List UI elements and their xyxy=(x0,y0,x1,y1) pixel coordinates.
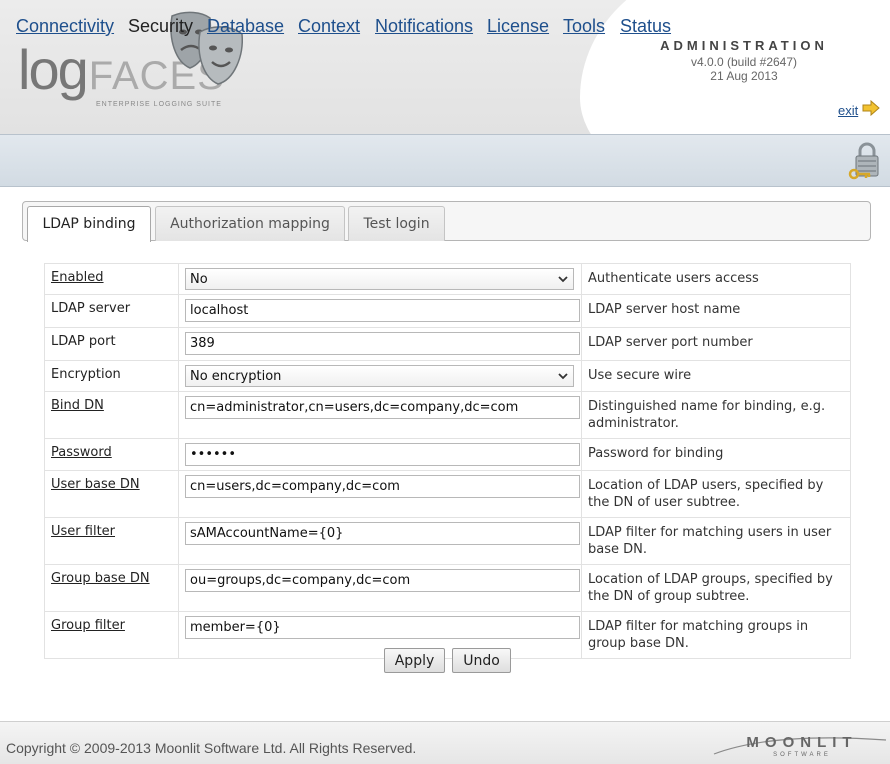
ldap-server-label: LDAP server xyxy=(44,294,179,328)
arrow-right-icon[interactable] xyxy=(862,100,880,116)
encryption-label: Encryption xyxy=(44,360,179,392)
row-enabled: Enabled No Authenticate users access xyxy=(44,263,851,295)
password-label[interactable]: Password xyxy=(51,445,112,460)
nav-item-context[interactable]: Context xyxy=(298,16,360,37)
user-base-dn-label[interactable]: User base DN xyxy=(51,477,140,492)
row-bind-dn: Bind DN Distinguished name for binding, … xyxy=(44,391,851,439)
row-ldap-server: LDAP server LDAP server host name xyxy=(44,294,851,328)
tab-authorization-mapping[interactable]: Authorization mapping xyxy=(155,206,345,241)
group-base-dn-input[interactable] xyxy=(185,569,580,592)
user-base-dn-description: Location of LDAP users, specified by the… xyxy=(581,470,851,518)
nav-bar xyxy=(0,134,890,187)
chevron-down-icon xyxy=(558,373,568,380)
row-group-filter: Group filter LDAP filter for matching gr… xyxy=(44,611,851,659)
ldap-server-input[interactable] xyxy=(185,299,580,322)
user-filter-description: LDAP filter for matching users in user b… xyxy=(581,517,851,565)
nav-item-tools[interactable]: Tools xyxy=(563,16,605,37)
logo-tagline: ENTERPRISE LOGGING SUITE xyxy=(96,101,222,108)
exit-link[interactable]: exit xyxy=(838,103,858,118)
apply-button[interactable]: Apply xyxy=(384,648,445,673)
bind-dn-description: Distinguished name for binding, e.g. adm… xyxy=(581,391,851,439)
row-group-base-dn: Group base DN Location of LDAP groups, s… xyxy=(44,564,851,612)
admin-version: v4.0.0 (build #2647) xyxy=(690,55,798,69)
moonlit-brand-sub: SOFTWARE xyxy=(773,752,831,758)
nav-item-notifications[interactable]: Notifications xyxy=(375,16,473,37)
nav-item-license[interactable]: License xyxy=(487,16,549,37)
group-filter-input[interactable] xyxy=(185,616,580,639)
group-filter-description: LDAP filter for matching groups in group… xyxy=(581,611,851,659)
bind-dn-label[interactable]: Bind DN xyxy=(51,398,104,413)
password-input[interactable] xyxy=(185,443,580,466)
nav-item-security[interactable]: Security xyxy=(128,16,193,37)
moonlit-brand: MOONLIT xyxy=(746,734,858,751)
encryption-select[interactable]: No encryption xyxy=(185,365,574,387)
user-base-dn-input[interactable] xyxy=(185,475,580,498)
ldap-port-description: LDAP server port number xyxy=(581,327,851,361)
row-user-base-dn: User base DN Location of LDAP users, spe… xyxy=(44,470,851,518)
group-filter-label[interactable]: Group filter xyxy=(51,618,125,633)
ldap-port-input[interactable] xyxy=(185,332,580,355)
row-password: Password Password for binding xyxy=(44,438,851,471)
undo-button[interactable]: Undo xyxy=(452,648,511,673)
chevron-down-icon xyxy=(558,276,568,283)
tab-test-login[interactable]: Test login xyxy=(348,206,445,241)
encryption-value: No encryption xyxy=(190,369,282,384)
user-filter-label[interactable]: User filter xyxy=(51,524,115,539)
row-user-filter: User filter LDAP filter for matching use… xyxy=(44,517,851,565)
enabled-value: No xyxy=(190,272,208,287)
enabled-label[interactable]: Enabled xyxy=(51,270,104,285)
enabled-description: Authenticate users access xyxy=(581,263,851,295)
group-base-dn-label[interactable]: Group base DN xyxy=(51,571,150,586)
bind-dn-input[interactable] xyxy=(185,396,580,419)
tab-ldap-binding[interactable]: LDAP binding xyxy=(27,206,151,242)
row-encryption: Encryption No encryption Use secure wire xyxy=(44,360,851,392)
user-filter-input[interactable] xyxy=(185,522,580,545)
password-description: Password for binding xyxy=(581,438,851,471)
padlock-key-icon xyxy=(848,142,879,180)
admin-date: 21 Aug 2013 xyxy=(710,69,778,83)
logo-main: log xyxy=(18,38,89,101)
ldap-port-label: LDAP port xyxy=(44,327,179,361)
enabled-select[interactable]: No xyxy=(185,268,574,290)
row-ldap-port: LDAP port LDAP server port number xyxy=(44,327,851,361)
admin-title: ADMINISTRATION xyxy=(660,38,828,53)
copyright-text: Copyright © 2009-2013 Moonlit Software L… xyxy=(6,740,417,756)
nav-item-status[interactable]: Status xyxy=(620,16,671,37)
nav-item-connectivity[interactable]: Connectivity xyxy=(16,16,114,37)
nav-item-database[interactable]: Database xyxy=(207,16,284,37)
ldap-server-description: LDAP server host name xyxy=(581,294,851,328)
ldap-settings-table: Enabled No Authenticate users access LDA… xyxy=(44,263,851,659)
group-base-dn-description: Location of LDAP groups, specified by th… xyxy=(581,564,851,612)
encryption-description: Use secure wire xyxy=(581,360,851,392)
